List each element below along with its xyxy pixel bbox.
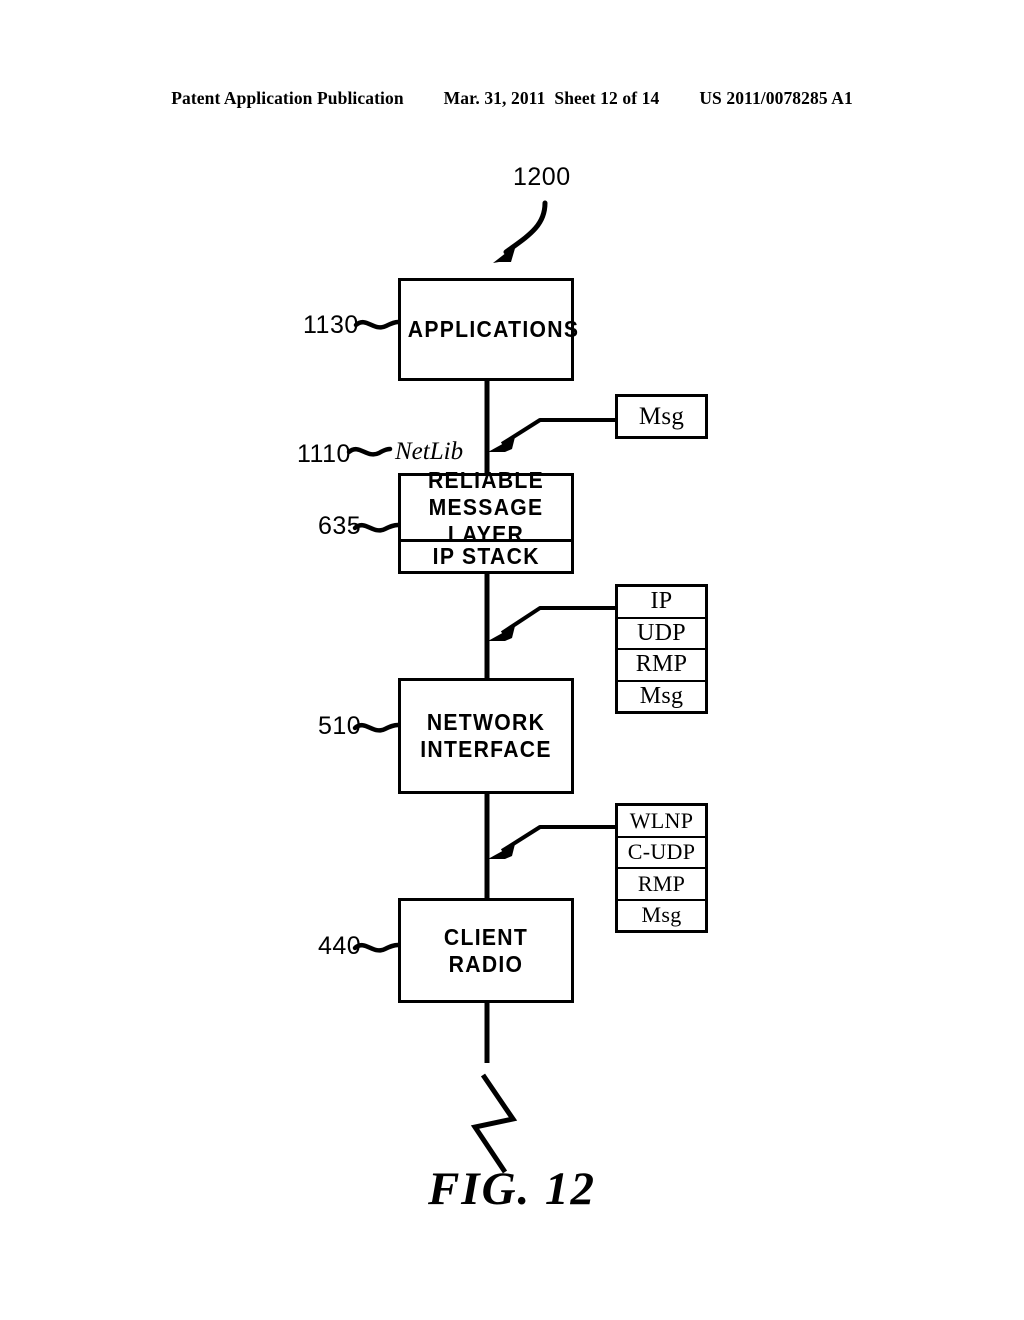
network-interface-label-line2: INTERFACE: [420, 736, 552, 762]
ref-numeral-510: 510: [318, 712, 362, 740]
ref-numeral-1130: 1130: [303, 311, 359, 339]
packet-arrow-wlnp-to-trunk: [500, 825, 615, 853]
msg-packet-stack: Msg: [615, 394, 708, 439]
ip-packet-layer-ip: IP: [618, 587, 705, 619]
applications-block-label: APPLICATIONS: [407, 316, 580, 343]
ip-packet-stack: IP UDP RMP Msg: [615, 584, 708, 714]
figure-12-diagram: 1200 1130 1110 635 510 440 NetLib APPLIC…: [0, 0, 1024, 1320]
ref-numeral-440: 440: [318, 932, 362, 960]
reliable-message-layer-label-line2: MESSAGE LAYER: [428, 494, 544, 547]
packet-arrowhead-msg: [488, 437, 515, 452]
applications-block: APPLICATIONS: [398, 278, 580, 381]
wlnp-packet-layer-c-udp: C-UDP: [618, 838, 705, 869]
netlib-label: NetLib: [395, 438, 464, 465]
system-ref-arrow-1200: [503, 200, 548, 255]
ip-packet-layer-msg: Msg: [639, 682, 684, 709]
diagram-connectors-layer: [346, 200, 615, 1174]
wlnp-packet-layer-msg: Msg: [641, 902, 682, 928]
ip-packet-layer-rmp: RMP: [618, 650, 705, 682]
wlnp-packet-layer-wlnp: WLNP: [618, 806, 705, 838]
msg-packet-layer-msg: Msg: [638, 402, 685, 430]
client-radio-block-label: CLIENT RADIO: [443, 923, 529, 977]
packet-arrow-ip-to-trunk: [500, 606, 615, 635]
ref-numeral-635: 635: [318, 512, 362, 540]
link-break-zigzag-icon: [470, 1073, 518, 1174]
figure-caption: FIG. 12: [0, 1162, 1024, 1216]
figure-caption-text: FIG. 12: [427, 1163, 597, 1215]
ip-stack-label: IP STACK: [432, 543, 540, 570]
network-interface-block-label: NETWORK INTERFACE: [408, 709, 564, 763]
network-interface-label-line1: NETWORK: [426, 709, 546, 736]
wlnp-packet-layer-rmp: RMP: [618, 869, 705, 901]
ref-numeral-1200: 1200: [513, 163, 571, 191]
leader-line-1130: [353, 319, 401, 330]
network-interface-block: NETWORK INTERFACE: [398, 678, 574, 794]
reliable-message-layer-compartment: RELIABLE MESSAGE LAYER: [401, 467, 571, 547]
wlnp-packet-stack: WLNP C-UDP RMP Msg: [615, 803, 708, 933]
leader-line-510: [352, 722, 401, 733]
leader-line-440: [352, 942, 401, 953]
reliable-message-layer-block: RELIABLE MESSAGE LAYER IP STACK: [398, 467, 574, 574]
packet-arrow-msg-to-netlib: [500, 418, 615, 446]
packet-arrowhead-ip: [488, 626, 515, 641]
packet-arrowhead-wlnp: [488, 844, 515, 859]
reliable-message-layer-label: RELIABLE MESSAGE LAYER: [408, 467, 564, 548]
client-radio-block: CLIENT RADIO: [398, 898, 574, 1003]
leader-line-635: [352, 522, 401, 533]
ip-packet-layer-udp: UDP: [618, 619, 705, 650]
leader-line-1110: [346, 446, 393, 457]
reliable-message-layer-label-line1: RELIABLE: [427, 467, 545, 494]
ref-numeral-1110: 1110: [297, 440, 351, 468]
